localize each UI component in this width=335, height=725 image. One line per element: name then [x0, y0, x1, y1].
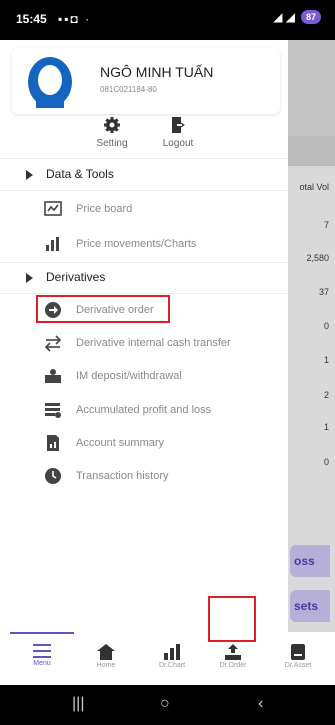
nav-label: Home — [96, 662, 116, 669]
bar-chart-icon — [46, 237, 59, 251]
background-value: 0 — [323, 457, 329, 467]
setting-label: Setting — [96, 138, 128, 149]
home-icon — [97, 644, 115, 660]
background-value: 2 — [323, 390, 329, 400]
navigation-drawer: NGÔ MINH TUẤN 081C021184-80 Setting Logo… — [0, 40, 288, 632]
background-column-header: otal Vol — [299, 182, 329, 192]
profit-loss-icon — [45, 403, 61, 418]
background-value: 1 — [323, 355, 329, 365]
menu-item-label: Derivative internal cash transfer — [76, 337, 231, 349]
logout-label: Logout — [162, 138, 194, 149]
nav-label: Dr.Chart — [158, 662, 186, 669]
home-circle-icon[interactable]: ○ — [160, 695, 170, 713]
background-button[interactable]: sets — [290, 590, 330, 622]
asset-icon — [291, 644, 305, 660]
divider — [0, 293, 288, 294]
divider — [0, 158, 288, 159]
section-data-tools[interactable]: Data & Tools — [0, 160, 288, 190]
logout-icon — [172, 117, 185, 133]
expand-arrow-icon — [26, 273, 33, 283]
user-name: NGÔ MINH TUẤN — [100, 64, 214, 80]
battery-icon: 87 — [301, 10, 321, 24]
background-value: 0 — [323, 321, 329, 331]
order-icon — [225, 644, 241, 660]
menu-item-label: Account summary — [76, 437, 165, 449]
price-board-icon — [44, 201, 62, 216]
nav-label: Dr.Order — [219, 662, 247, 669]
app-screen: otal Vol 7 2,580 37 0 1 2 1 0 oss sets N… — [0, 40, 335, 685]
nav-item-chart[interactable]: Dr.Chart — [142, 632, 202, 685]
nav-item-home[interactable]: Home — [76, 632, 136, 685]
menu-item-label: Accumulated profit and loss — [76, 404, 212, 416]
divider — [0, 190, 288, 191]
nav-label: Dr.Asset — [284, 662, 312, 669]
account-id: 081C021184-80 — [100, 85, 157, 94]
nav-item-menu[interactable]: Menu — [12, 632, 72, 685]
avatar-icon — [28, 57, 72, 108]
expand-arrow-icon — [26, 170, 33, 180]
menu-icon — [33, 644, 51, 658]
section-title: Derivatives — [46, 270, 106, 284]
menu-item-label: Price movements/Charts — [76, 238, 197, 250]
recents-icon[interactable]: ||| — [72, 695, 84, 713]
bottom-nav: Menu Home Dr.Chart Dr.Order Dr.Asset — [0, 632, 335, 685]
account-summary-icon — [47, 435, 59, 451]
notification-icons: ▪▪◘ · — [58, 12, 92, 26]
back-icon[interactable]: ‹ — [258, 695, 263, 713]
transfer-icon — [44, 335, 62, 352]
chart-icon — [164, 644, 180, 660]
section-derivatives[interactable]: Derivatives — [0, 263, 288, 293]
clock-icon — [45, 468, 61, 484]
background-value: 7 — [323, 220, 329, 230]
profile-card[interactable]: NGÔ MINH TUẤN 081C021184-80 — [12, 48, 280, 114]
status-time: 15:45 — [16, 12, 47, 26]
system-nav-bar: ||| ○ ‹ — [0, 685, 335, 725]
deposit-icon — [45, 369, 61, 383]
nav-label: Menu — [33, 660, 51, 667]
menu-item-label: Price board — [76, 203, 133, 215]
highlight-box-dr-order — [208, 596, 256, 642]
status-icons: ◢ ◢ 87 — [273, 10, 321, 24]
signal-icon: ◢ ◢ — [273, 10, 295, 24]
status-bar: 15:45 ▪▪◘ · ◢ ◢ 87 — [0, 0, 335, 40]
background-value: 37 — [318, 287, 329, 297]
gear-icon — [104, 117, 120, 133]
background-value: 1 — [323, 422, 329, 432]
menu-item-label: IM deposit/withdrawal — [76, 370, 182, 382]
setting-button[interactable]: Setting — [82, 116, 142, 149]
section-title: Data & Tools — [46, 167, 114, 181]
background-value: 2,580 — [306, 253, 329, 263]
background-button[interactable]: oss — [290, 545, 330, 577]
menu-item-label: Transaction history — [76, 470, 169, 482]
logout-button[interactable]: Logout — [148, 116, 208, 149]
highlight-box-derivative-order — [36, 295, 170, 323]
nav-item-asset[interactable]: Dr.Asset — [268, 632, 328, 685]
